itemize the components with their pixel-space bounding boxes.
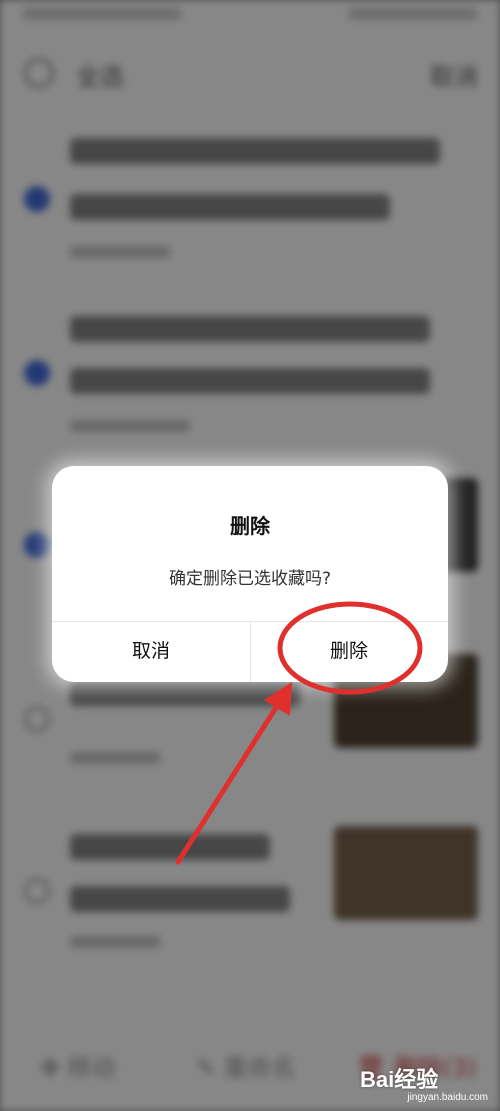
dialog-title: 删除 bbox=[230, 514, 270, 538]
delete-confirm-dialog: 删除 确定删除已选收藏吗? 取消 删除 bbox=[52, 466, 448, 682]
dialog-message: 确定删除已选收藏吗? bbox=[168, 569, 332, 589]
watermark-url: jingyan.baidu.com bbox=[407, 1092, 488, 1103]
watermark-brand: Bai经验 bbox=[360, 1067, 439, 1092]
baidu-jingyan-watermark: Bai经验 jingyan.baidu.com bbox=[360, 1062, 490, 1106]
dialog-cancel-button[interactable]: 取消 bbox=[52, 621, 250, 682]
dialog-delete-button[interactable]: 删除 bbox=[250, 621, 448, 682]
